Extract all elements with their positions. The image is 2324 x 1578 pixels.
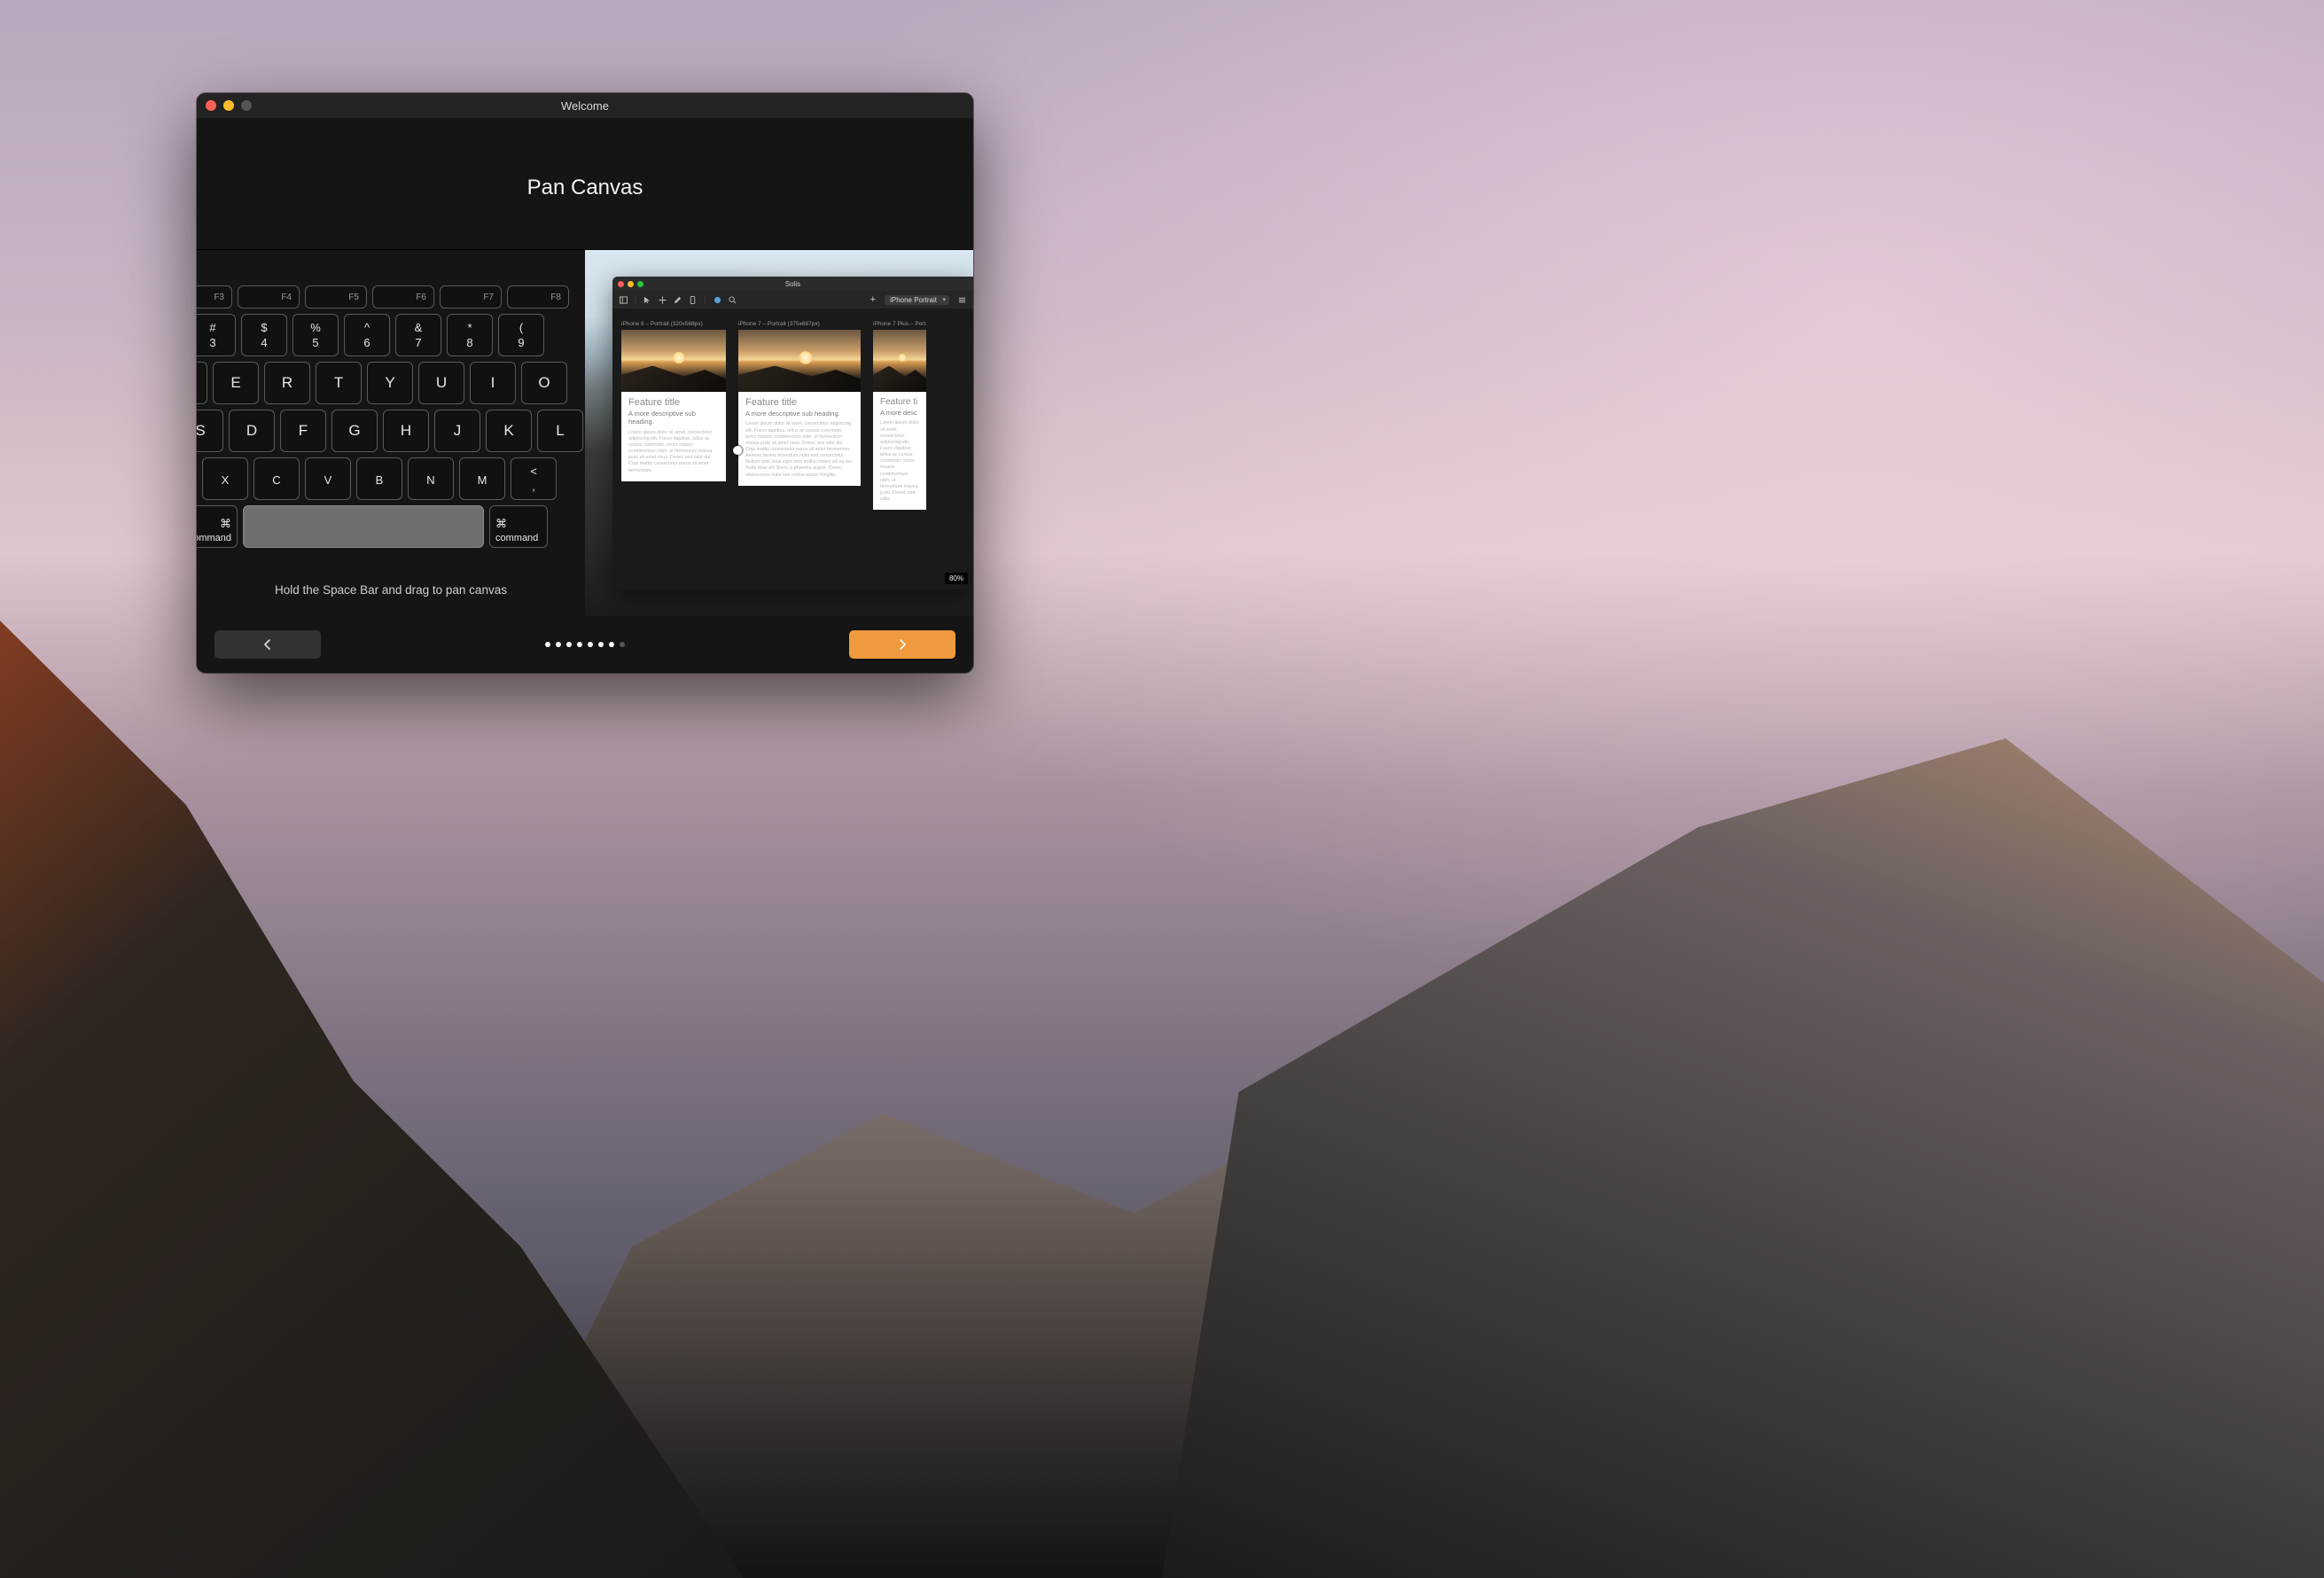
key-command-right: ⌘command: [489, 505, 548, 548]
key-num: #3: [197, 314, 236, 356]
key-num: (9: [498, 314, 544, 356]
key-letter: I: [470, 362, 516, 404]
hint-text: Hold the Space Bar and drag to pan canva…: [197, 564, 585, 616]
key-letter: J: [434, 410, 480, 452]
key-letter: G: [331, 410, 378, 452]
key-fn: F3: [197, 285, 232, 309]
page-dot[interactable]: [588, 642, 593, 647]
key-letter: L: [537, 410, 583, 452]
key-letter: O: [521, 362, 567, 404]
chevron-left-icon: [262, 639, 273, 650]
key-letter: <,: [511, 457, 557, 500]
drag-handle-icon: [733, 446, 742, 455]
page-dot-active[interactable]: [609, 642, 614, 647]
next-button[interactable]: [849, 630, 955, 659]
key-letter: H: [383, 410, 429, 452]
key-letter: X: [202, 457, 248, 500]
key-letter: T: [316, 362, 362, 404]
key-letter: M: [459, 457, 505, 500]
device-icon: [689, 296, 697, 304]
key-fn: F7: [440, 285, 502, 309]
page-dot[interactable]: [620, 642, 625, 647]
key-num: ^6: [344, 314, 390, 356]
page-dot[interactable]: [598, 642, 604, 647]
sidebar-icon: [620, 296, 628, 304]
page-dot[interactable]: [545, 642, 550, 647]
device-preview: iPhone 6 – Portrait (320x568px) Feature …: [621, 321, 726, 581]
key-num: $4: [241, 314, 287, 356]
pointer-icon: [643, 296, 651, 304]
page-heading: Pan Canvas: [197, 176, 973, 200]
preview-app-window: Solis | | + iP: [612, 277, 973, 590]
previous-button[interactable]: [214, 630, 321, 659]
chevron-right-icon: [897, 639, 908, 650]
key-letter: D: [229, 410, 275, 452]
pen-icon: [674, 296, 682, 304]
key-fn: F8: [507, 285, 569, 309]
move-icon: [659, 296, 667, 304]
welcome-window: Welcome Pan Canvas F3 F4 F5 F6 F7 F8 #3 …: [197, 93, 973, 673]
key-fn: F4: [238, 285, 300, 309]
page-dot[interactable]: [577, 642, 582, 647]
key-letter: F: [280, 410, 326, 452]
key-num: *8: [447, 314, 493, 356]
plus-icon: +: [870, 294, 876, 305]
zoom-badge: 80%: [945, 573, 968, 584]
key-letter: W: [197, 362, 207, 404]
preview-pane: Solis | | + iP: [585, 250, 973, 616]
key-fn: F6: [372, 285, 434, 309]
preview-app-title: Solis: [612, 280, 973, 288]
search-icon: [729, 296, 737, 304]
titlebar[interactable]: Welcome: [197, 93, 973, 118]
key-letter: E: [213, 362, 259, 404]
preview-toolbar: | | + iPhone Portrait: [612, 291, 973, 309]
keyboard-illustration: F3 F4 F5 F6 F7 F8 #3 $4 %5 ^6 &7 *8 (9: [197, 250, 585, 616]
key-letter: R: [264, 362, 310, 404]
key-fn: F5: [305, 285, 367, 309]
key-spacebar: [243, 505, 484, 548]
key-letter: N: [408, 457, 454, 500]
key-letter: Y: [367, 362, 413, 404]
key-num: &7: [395, 314, 441, 356]
device-preview: iPhone 7 Plus – Port Feature ti A more d…: [873, 321, 926, 581]
globe-icon: [714, 296, 721, 304]
page-dots: [545, 642, 625, 647]
key-letter: U: [418, 362, 464, 404]
device-preview: iPhone 7 – Portrait (375x667px) Feature …: [738, 321, 861, 581]
page-dot[interactable]: [556, 642, 561, 647]
key-letter: K: [486, 410, 532, 452]
device-select: iPhone Portrait: [885, 295, 949, 305]
key-letter: S: [197, 410, 223, 452]
key-letter: C: [253, 457, 300, 500]
page-dot[interactable]: [566, 642, 572, 647]
key-command-left: ⌘command: [197, 505, 238, 548]
key-letter: B: [356, 457, 402, 500]
window-title: Welcome: [197, 99, 973, 113]
key-letter: V: [305, 457, 351, 500]
menu-icon: [958, 296, 966, 304]
key-num: %5: [292, 314, 339, 356]
